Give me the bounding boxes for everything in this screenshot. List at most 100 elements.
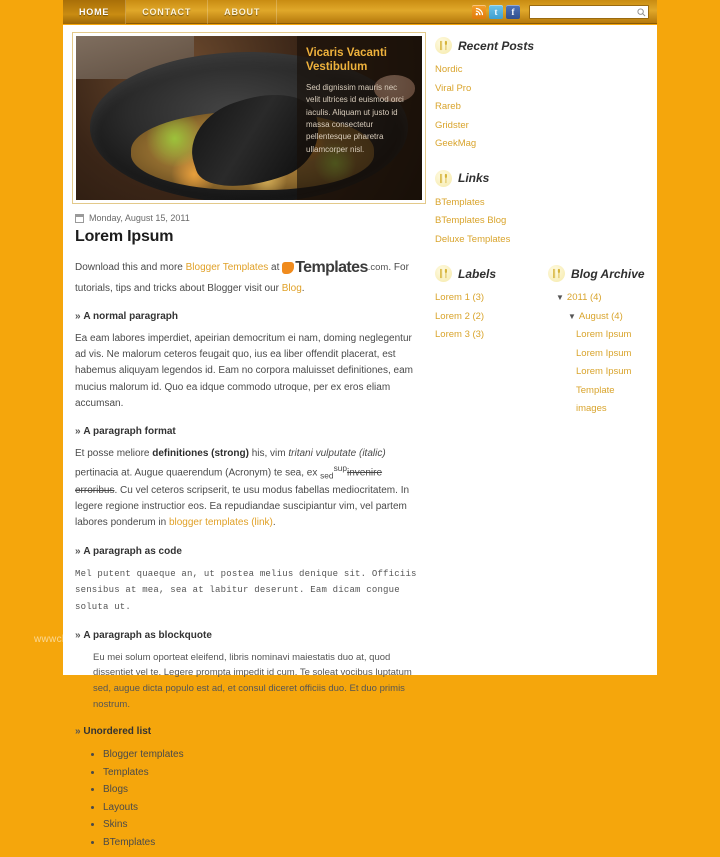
post-intro: Download this and more Blogger Templates… [75,255,423,297]
slider-caption: Vicaris Vacanti Vestibulum Sed dignissim… [297,36,422,200]
topbar-region: HOME CONTACT ABOUT t f [0,0,720,25]
cutlery-icon [435,265,452,283]
list-item: Blogger templates [103,746,423,764]
blogger-templates-link[interactable]: Blogger Templates [186,262,269,273]
heading-normal-paragraph: A normal paragraph [75,311,423,322]
archive-year[interactable]: ▼ 2011 (4) [548,289,647,308]
search-box[interactable] [529,4,649,19]
cutlery-icon [548,265,565,283]
code-block: Mel putent quaeque an, ut postea melius … [75,568,417,612]
sidebar-bottom-row: Labels Lorem 1 (3) Lorem 2 (2) Lorem 3 (… [435,265,647,435]
btemplates-brand: Templates [295,259,368,276]
sidebar-link[interactable]: BTemplates Blog [435,215,506,226]
widget-title-recent-posts: Recent Posts [458,38,535,53]
post-intro-text-2: at [268,261,283,273]
btemplates-mark-icon [282,261,295,274]
list-item: Lorem 2 (2) [435,308,534,327]
post-date-label: Monday, August 15, 2011 [89,213,190,223]
page-container: wwwcher Vicaris Vacanti Vestibulum Sed d… [34,25,657,848]
chevron-down-icon[interactable]: ▼ [568,312,576,321]
list-item: Lorem 1 (3) [435,289,534,308]
recent-post-link[interactable]: Nordic [435,64,462,75]
label-link[interactable]: Lorem 3 (3) [435,329,484,340]
search-input[interactable] [530,6,648,18]
fmt-text-2: his, vim [248,448,289,460]
main-navigation: HOME CONTACT ABOUT [63,0,278,24]
blog-link[interactable]: Blog [282,283,302,294]
heading-paragraph-code: A paragraph as code [75,546,423,557]
sidebar-link[interactable]: Deluxe Templates [435,234,510,245]
slider-caption-title: Vicaris Vacanti Vestibulum [306,47,387,74]
archive-entry-link[interactable]: Lorem Ipsum [576,348,631,359]
post-intro-text-1: Download this and more [75,261,186,273]
list-item: Lorem Ipsum [548,345,647,364]
list-item: Lorem Ipsum [548,363,647,382]
list-item: Skins [103,816,423,834]
nav-item-contact[interactable]: CONTACT [126,0,209,24]
rss-icon[interactable] [472,4,486,19]
nav-item-home[interactable]: HOME [63,0,127,24]
chevron-down-icon[interactable]: ▼ [556,293,564,302]
list-item: Template images [548,382,647,419]
nav-item-about[interactable]: ABOUT [208,0,278,24]
archive-year-label: 2011 (4) [566,292,602,304]
fmt-inline-link[interactable]: blogger templates (link) [169,517,273,528]
nav-item-about-label: ABOUT [224,7,261,17]
btemplates-logo: Templates [282,255,368,281]
widget-blog-archive: Blog Archive ▼ 2011 (4) ▼ August (4) Lorem… [548,265,647,419]
archive-month[interactable]: ▼ August (4) [548,308,647,327]
recent-post-link[interactable]: Rareb [435,101,461,112]
list-item: Blogs [103,781,423,799]
paragraph-normal: Ea eam labores imperdiet, apeirian democ… [75,333,413,409]
list-item: Deluxe Templates [435,231,647,250]
recent-post-link[interactable]: Gridster [435,120,469,131]
label-link[interactable]: Lorem 2 (2) [435,311,484,322]
list-item: Nordic [435,61,647,80]
list-item: Lorem Ipsum [548,326,647,345]
nav-item-home-label: HOME [79,7,110,17]
main-column: Vicaris Vacanti Vestibulum Sed dignissim… [72,32,426,857]
paragraph-format: Et posse meliore definitiones (strong) h… [75,446,423,532]
archive-entry-link[interactable]: Lorem Ipsum [576,366,631,377]
btemplates-suffix: .com [367,261,389,273]
recent-post-link[interactable]: GeekMag [435,138,476,149]
widget-title-blog-archive: Blog Archive [571,266,645,281]
facebook-icon[interactable]: f [506,4,520,19]
fmt-strong: definitiones (strong) [152,448,249,460]
fmt-text-1: Et posse meliore [75,448,153,460]
heading-paragraph-format: A paragraph format [75,426,423,437]
archive-tree: ▼ 2011 (4) ▼ August (4) Lorem Ipsum Lorem … [548,289,647,419]
widget-recent-posts: Recent Posts Nordic Viral Pro Rareb Grid… [435,37,647,154]
sidebar-link[interactable]: BTemplates [435,197,485,208]
sidebar: Recent Posts Nordic Viral Pro Rareb Grid… [435,33,647,857]
list-item: GeekMag [435,135,647,154]
list-item: Templates [103,764,423,782]
featured-slider[interactable]: Vicaris Vacanti Vestibulum Sed dignissim… [72,32,426,204]
fmt-italic: tritani vulputate (italic) [288,448,386,460]
heading-unordered-list: Unordered list [75,726,423,737]
fmt-subscript: sed [320,470,334,481]
blockquote: Eu mei solum oporteat eleifend, libris n… [93,651,412,710]
calendar-icon [75,213,84,223]
widget-title-labels: Labels [458,266,497,281]
label-link[interactable]: Lorem 1 (3) [435,292,484,303]
list-item: BTemplates [103,834,423,852]
list-item: BTemplates [435,194,647,213]
widget-links: Links BTemplates BTemplates Blog Deluxe … [435,169,647,250]
fmt-text-3: pertinacia at. Augue quaerendum (Acronym… [75,467,321,479]
search-icon[interactable] [637,7,646,17]
recent-posts-list: Nordic Viral Pro Rareb Gridster GeekMag [435,61,647,154]
twitter-icon[interactable]: t [489,4,503,19]
list-item: Lorem 3 (3) [435,326,534,345]
archive-month-label: August (4) [578,310,623,322]
cutlery-icon [435,169,452,187]
archive-entry-link[interactable]: Template images [576,385,615,415]
archive-entry-link[interactable]: Lorem Ipsum [576,329,631,340]
recent-post-link[interactable]: Viral Pro [435,83,471,94]
blog-post: Monday, August 15, 2011 Lorem Ipsum Down… [73,203,425,851]
cutlery-icon [435,37,452,54]
heading-paragraph-blockquote: A paragraph as blockquote [75,630,423,641]
topbar-right-group: t f [472,0,657,23]
widget-labels: Labels Lorem 1 (3) Lorem 2 (2) Lorem 3 (… [435,265,534,419]
list-item: Layouts [103,799,423,817]
